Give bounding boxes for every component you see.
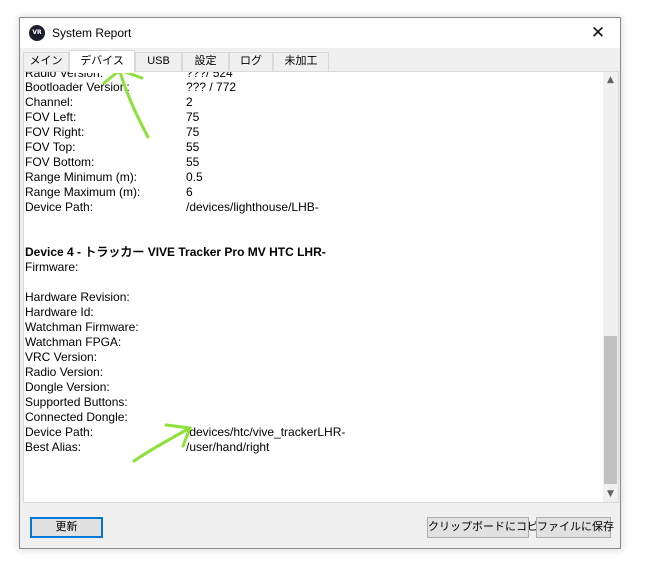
scroll-down-icon[interactable]: ▼ [603, 486, 618, 502]
report-row: Watchman FPGA: [25, 335, 605, 350]
row-value: 75 [186, 125, 200, 139]
row-label: Bootloader Version: [25, 80, 130, 94]
report-row: Range Maximum (m): 6 [25, 185, 605, 200]
tab-usb[interactable]: USB [135, 52, 182, 71]
report-text[interactable]: Radio Version: ???/ 524 Bootloader Versi… [25, 72, 605, 502]
tab-main[interactable]: メイン [23, 52, 69, 71]
device-4-heading: Device 4 - トラッカー VIVE Tracker Pro MV HTC… [25, 245, 326, 259]
row-label: FOV Bottom: [25, 155, 95, 169]
row-label: Best Alias: [25, 440, 82, 454]
report-row: Connected Dongle: [25, 410, 605, 425]
row-label: FOV Top: [25, 140, 76, 154]
report-row: Radio Version: [25, 365, 605, 380]
row-value: ??? / 772 [186, 80, 237, 94]
report-row: Hardware Id: [25, 305, 605, 320]
report-row: Channel: 2 [25, 95, 605, 110]
scroll-thumb[interactable] [604, 336, 617, 484]
row-label: Range Minimum (m): [25, 170, 138, 184]
system-report-window: VR System Report ✕ メイン デバイス USB 設定 ログ 未加… [19, 17, 621, 549]
report-row: Hardware Revision: [25, 290, 605, 305]
row-value: /devices/htc/vive_trackerLHR- [186, 425, 346, 439]
report-row: Watchman Firmware: [25, 320, 605, 335]
close-icon[interactable]: ✕ [576, 18, 620, 48]
report-row: Best Alias: /user/hand/right [25, 440, 605, 455]
report-row: Firmware: [25, 260, 605, 275]
row-label: FOV Right: [25, 125, 85, 139]
save-to-file-button[interactable]: ファイルに保存 [536, 517, 614, 538]
row-label: Connected Dongle: [25, 410, 128, 424]
steamvr-logo-icon: VR [29, 25, 45, 41]
row-label: Hardware Revision: [25, 290, 130, 304]
report-row: Device Path: /devices/lighthouse/LHB- [25, 200, 605, 215]
row-label: Firmware: [25, 260, 79, 274]
row-label: Device Path: [25, 200, 94, 214]
report-row: FOV Right: 75 [25, 125, 605, 140]
tab-devices[interactable]: デバイス [69, 50, 135, 73]
report-row: FOV Bottom: 55 [25, 155, 605, 170]
report-row: Dongle Version: [25, 380, 605, 395]
tab-settings[interactable]: 設定 [182, 52, 229, 71]
row-label: Range Maximum (m): [25, 185, 141, 199]
copy-to-clipboard-button[interactable]: クリップボードにコピー [427, 517, 549, 538]
row-value: /user/hand/right [186, 440, 270, 454]
report-row: FOV Top: 55 [25, 140, 605, 155]
report-row: Bootloader Version: ??? / 772 [25, 80, 605, 95]
row-value: /devices/lighthouse/LHB- [186, 200, 319, 214]
vertical-scrollbar[interactable]: ▲ ▼ [603, 72, 618, 502]
row-value: 55 [186, 140, 200, 154]
tab-raw[interactable]: 未加工 [273, 52, 329, 71]
row-label: VRC Version: [25, 350, 98, 364]
scroll-up-icon[interactable]: ▲ [603, 72, 618, 88]
row-value: 55 [186, 155, 200, 169]
refresh-button[interactable]: 更新 [30, 517, 103, 538]
row-value: 2 [186, 95, 193, 109]
row-value: 75 [186, 110, 200, 124]
tab-log[interactable]: ログ [229, 52, 273, 71]
row-value: 0.5 [186, 170, 203, 184]
row-label: Device Path: [25, 425, 94, 439]
row-label: FOV Left: [25, 110, 77, 124]
report-row: FOV Left: 75 [25, 110, 605, 125]
row-label: Watchman FPGA: [25, 335, 122, 349]
row-label: Dongle Version: [25, 380, 110, 394]
row-label: Channel: [25, 95, 74, 109]
window-title: System Report [52, 26, 132, 40]
report-panel: Radio Version: ???/ 524 Bootloader Versi… [23, 71, 619, 503]
row-label: Watchman Firmware: [25, 320, 139, 334]
row-value: 6 [186, 185, 193, 199]
row-label: Hardware Id: [25, 305, 94, 319]
report-row: Supported Buttons: [25, 395, 605, 410]
report-row: Range Minimum (m): 0.5 [25, 170, 605, 185]
row-label: Radio Version: [25, 365, 104, 379]
report-row: VRC Version: [25, 350, 605, 365]
report-row: Device Path: /devices/htc/vive_trackerLH… [25, 425, 605, 440]
title-bar: VR System Report ✕ [20, 18, 620, 48]
row-label: Supported Buttons: [25, 395, 128, 409]
